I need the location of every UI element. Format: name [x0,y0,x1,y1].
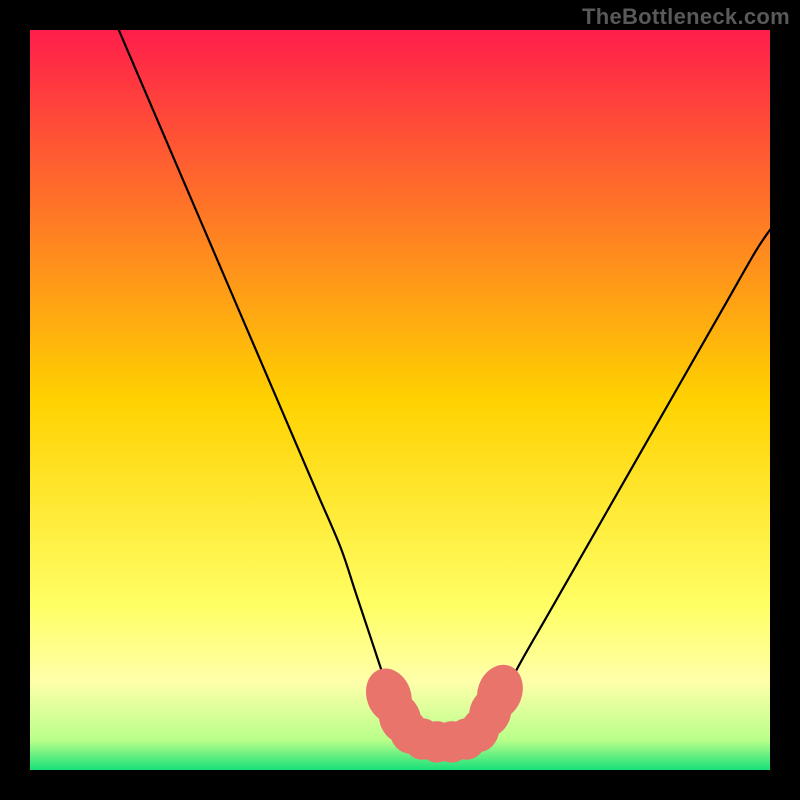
gradient-background [30,30,770,770]
watermark-text: TheBottleneck.com [582,4,790,30]
chart-container: TheBottleneck.com [0,0,800,800]
chart-svg [30,30,770,770]
plot-area [30,30,770,770]
